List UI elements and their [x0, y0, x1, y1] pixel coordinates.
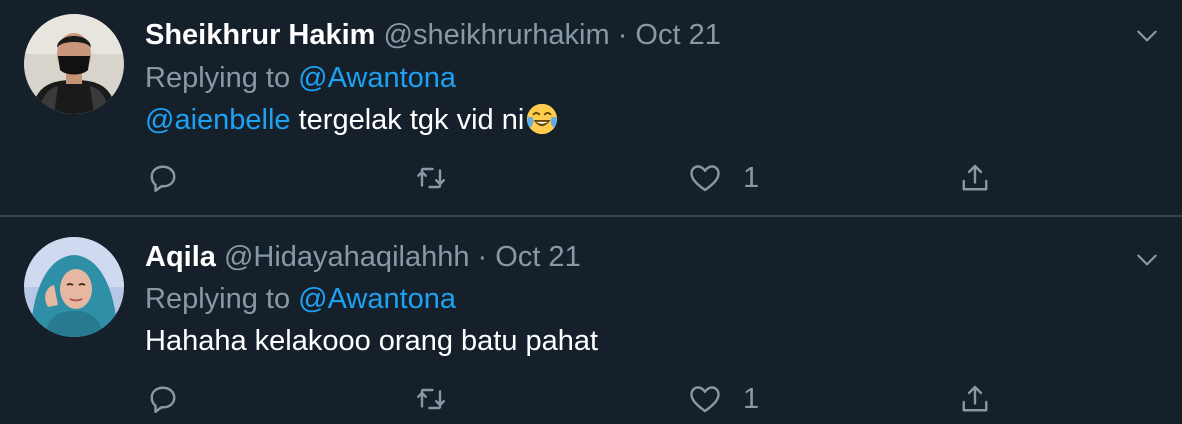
- like-icon: [690, 165, 720, 192]
- reply-tweet[interactable]: Aqila @Hidayahaqilahhh · Oct 21 Replying…: [0, 217, 1182, 424]
- tweet-text: @aienbelle tergelak tgk vid ni: [145, 102, 559, 138]
- retweet-icon: [417, 388, 445, 410]
- tweet-date[interactable]: Oct 21: [495, 241, 580, 273]
- avatar[interactable]: [24, 14, 124, 114]
- tweet-text: Hahaha kelakooo orang batu pahat: [145, 325, 599, 357]
- share-button[interactable]: [957, 158, 993, 198]
- display-name[interactable]: Aqila: [145, 241, 216, 273]
- replying-to-label: Replying to: [145, 62, 291, 94]
- tweet-header: Sheikhrur Hakim @sheikhrurhakim · Oct 21: [145, 17, 721, 53]
- like-button[interactable]: 1: [687, 158, 759, 198]
- avatar-photo: [24, 237, 124, 337]
- tweet-date[interactable]: Oct 21: [635, 19, 720, 51]
- chevron-down-icon[interactable]: [1134, 23, 1160, 49]
- retweet-button[interactable]: [413, 158, 449, 198]
- body-text: tergelak tgk vid ni: [290, 104, 525, 136]
- face-with-tears-of-joy-icon: [527, 103, 558, 135]
- replying-to-label: Replying to: [145, 283, 291, 315]
- replying-to-line: Replying to @Awantona: [145, 281, 456, 317]
- separator-dot: ·: [477, 241, 488, 273]
- tweet-actions: 1: [145, 379, 1045, 419]
- replying-to-mention[interactable]: @Awantona: [298, 283, 456, 315]
- like-count: 1: [743, 161, 760, 194]
- like-icon: [690, 386, 720, 413]
- reply-icon: [150, 386, 176, 413]
- reply-tweet[interactable]: Sheikhrur Hakim @sheikhrurhakim · Oct 21…: [0, 0, 1182, 217]
- reply-button[interactable]: [145, 379, 181, 419]
- avatar-photo: [24, 14, 124, 114]
- reply-button[interactable]: [145, 158, 181, 198]
- like-count: 1: [743, 382, 760, 415]
- chevron-down-icon[interactable]: [1134, 247, 1160, 273]
- user-handle[interactable]: @sheikhrurhakim: [384, 19, 610, 51]
- replying-to-mention[interactable]: @Awantona: [298, 62, 456, 94]
- replying-to-line: Replying to @Awantona: [145, 60, 456, 96]
- share-button[interactable]: [957, 379, 993, 419]
- tweet-actions: 1: [145, 158, 1045, 198]
- retweet-button[interactable]: [413, 379, 449, 419]
- reply-icon: [150, 165, 176, 192]
- retweet-icon: [417, 167, 445, 189]
- tweet-header: Aqila @Hidayahaqilahhh · Oct 21: [145, 239, 581, 275]
- body-mention[interactable]: @aienbelle: [145, 104, 291, 136]
- share-icon: [962, 164, 988, 191]
- like-button[interactable]: 1: [687, 379, 759, 419]
- user-handle[interactable]: @Hidayahaqilahhh: [224, 241, 470, 273]
- display-name[interactable]: Sheikhrur Hakim: [145, 19, 375, 51]
- separator-dot: ·: [617, 19, 628, 51]
- avatar[interactable]: [24, 237, 124, 337]
- share-icon: [962, 385, 988, 412]
